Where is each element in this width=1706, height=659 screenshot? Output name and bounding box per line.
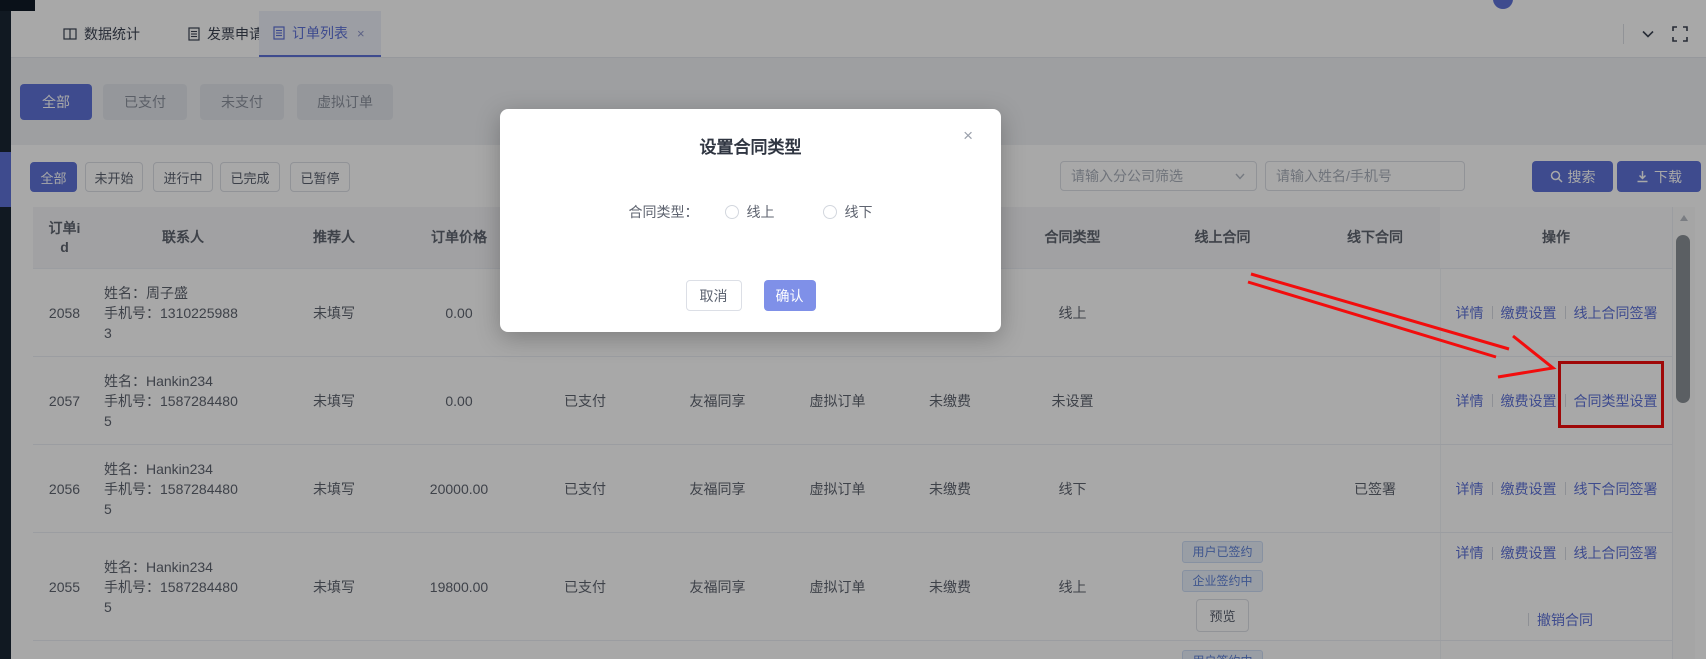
cancel-button[interactable]: 取消 [686,280,742,311]
radio-online[interactable]: 线上 [725,202,775,222]
confirm-button[interactable]: 确认 [764,280,816,311]
order-list-page: 数据统计 发票申请 订单列表 × 全部 已支付 未支付 虚拟订单 全部 未开始 … [0,0,1706,659]
radio-circle-icon[interactable] [725,205,739,219]
contract-type-label: 合同类型： [629,202,699,222]
radio-label: 线上 [747,202,775,222]
radio-offline[interactable]: 线下 [823,202,873,222]
dialog-title: 设置合同类型 [500,133,1001,158]
set-contract-type-dialog: 设置合同类型 × 合同类型： 线上 线下 取消 确认 [500,109,1001,332]
close-icon[interactable]: × [963,127,973,144]
radio-label: 线下 [845,202,873,222]
radio-circle-icon[interactable] [823,205,837,219]
